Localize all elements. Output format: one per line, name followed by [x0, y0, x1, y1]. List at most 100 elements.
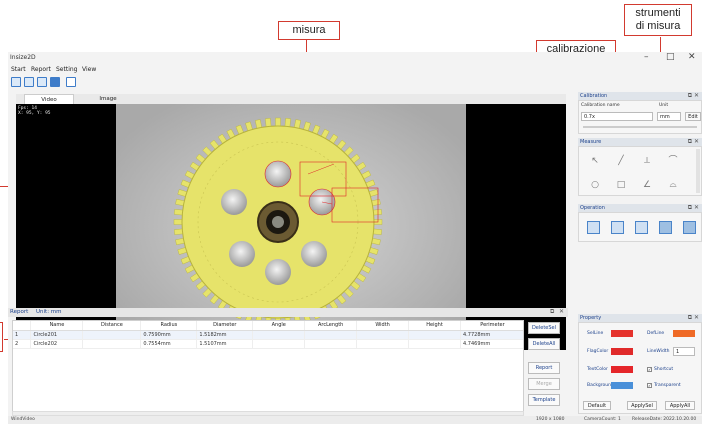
circle-icon[interactable]: ○: [589, 179, 601, 191]
property-header: Property ⧉ ✕: [578, 314, 702, 322]
report-dock-icon[interactable]: ⧉: [550, 308, 554, 316]
def-line-label: DefLine: [647, 331, 665, 336]
calibration-header: Calibration ⧉ ✕: [578, 92, 702, 100]
measure-scrollbar[interactable]: [696, 149, 700, 193]
arc-icon[interactable]: ⌒: [667, 155, 679, 167]
report-button[interactable]: Report: [528, 362, 560, 374]
sel-line-swatch[interactable]: [611, 330, 633, 337]
status-bar: WindVideo 1920 x 1080 CameraCount: 1 Rel…: [8, 416, 702, 424]
maximize-button[interactable]: □: [666, 52, 675, 62]
cell: 4.7728mm: [460, 330, 523, 340]
col-distance: Distance: [82, 321, 142, 331]
callout-tools-line2: di misura: [635, 20, 681, 32]
open-icon[interactable]: [24, 77, 34, 87]
cell: [408, 339, 461, 349]
perpendicular-icon[interactable]: ⟂: [641, 155, 653, 167]
menu-bar: Start Report Setting View: [8, 66, 702, 75]
measure-panel: ↖ ╱ ⟂ ⌒ ○ □ ∠ ⌓: [578, 146, 702, 196]
panel-controls-icon[interactable]: ⧉ ✕: [688, 314, 699, 322]
calibration-slider[interactable]: [583, 126, 697, 128]
flag-color-swatch[interactable]: [611, 348, 633, 355]
cell: Circle201: [30, 330, 84, 340]
cell: 4.7469mm: [460, 339, 523, 349]
panel-controls-icon[interactable]: ⧉ ✕: [688, 204, 699, 212]
table-row[interactable]: 1 Circle201 0.7590mm 1.5182mm 4.7728mm: [13, 330, 523, 340]
text-color-swatch[interactable]: [611, 366, 633, 373]
polyline-icon[interactable]: ⌓: [667, 179, 679, 191]
unit-select[interactable]: mm: [657, 112, 681, 121]
pointer-icon[interactable]: ↖: [589, 155, 601, 167]
measure-title: Measure: [580, 139, 602, 145]
background-swatch[interactable]: [611, 382, 633, 389]
cell: 1.5107mm: [196, 339, 254, 349]
merge-button[interactable]: Merge: [528, 378, 560, 390]
transparent-label: Transparent: [654, 383, 681, 388]
save-icon[interactable]: [611, 221, 624, 234]
fit-icon[interactable]: [635, 221, 648, 234]
menu-report[interactable]: Report: [31, 66, 51, 73]
menu-view[interactable]: View: [82, 66, 96, 73]
cell: 0.7554mm: [140, 339, 198, 349]
cell: Circle202: [30, 339, 84, 349]
report-title: Report: [10, 309, 29, 315]
cell: [356, 330, 410, 340]
calibration-select[interactable]: 0.7x: [581, 112, 653, 121]
menu-start[interactable]: Start: [11, 66, 26, 73]
status-resolution: 1920 x 1080: [536, 417, 565, 422]
transparent-checkbox[interactable]: ✓: [647, 383, 652, 388]
calibration-panel: Calibration name Unit 0.7x mm Edit: [578, 100, 702, 134]
property-panel: SelLine DefLine FlagColor LineWidth 1 Te…: [578, 322, 702, 414]
template-button[interactable]: Template: [528, 394, 560, 406]
col-arclength: ArcLength: [304, 321, 358, 331]
menu-setting[interactable]: Setting: [56, 66, 77, 73]
property-title: Property: [580, 315, 602, 321]
cell: 1.5182mm: [196, 330, 254, 340]
rect-icon[interactable]: □: [615, 179, 627, 191]
minimize-button[interactable]: –: [644, 52, 649, 62]
export-icon[interactable]: [683, 221, 696, 234]
panel-controls-icon[interactable]: ⧉ ✕: [688, 138, 699, 146]
capture-icon[interactable]: [50, 77, 60, 87]
cell: [304, 339, 358, 349]
edit-button[interactable]: Edit: [685, 112, 701, 121]
report-close-icon[interactable]: ✕: [559, 308, 564, 315]
col-width: Width: [356, 321, 410, 331]
callout-left-bracket: [0, 322, 3, 352]
line-icon[interactable]: ╱: [615, 155, 627, 167]
apply-sel-button[interactable]: ApplySel: [627, 401, 657, 410]
apply-all-button[interactable]: ApplyAll: [665, 401, 695, 410]
angle-icon[interactable]: ∠: [641, 179, 653, 191]
shortcut-checkbox[interactable]: ✓: [647, 367, 652, 372]
default-button[interactable]: Default: [583, 401, 611, 410]
status-date: ReleaseDate: 2022.10.20.00: [632, 417, 697, 422]
report-header: Report Unit: mm ⧉ ✕: [8, 308, 568, 317]
save-icon[interactable]: [37, 77, 47, 87]
close-button[interactable]: ✕: [688, 52, 696, 62]
line-width-stepper[interactable]: 1: [673, 347, 695, 356]
panel-controls-icon[interactable]: ⧉ ✕: [688, 92, 699, 100]
tab-video[interactable]: Video: [24, 94, 74, 104]
delete-all-button[interactable]: DeleteAll: [528, 338, 560, 350]
report-table: Name Distance Radius Diameter Angle ArcL…: [12, 320, 524, 412]
cell: [82, 330, 142, 340]
table-row[interactable]: 2 Circle202 0.7554mm 1.5107mm 4.7469mm: [13, 339, 523, 349]
print-icon[interactable]: [587, 221, 600, 234]
play-icon[interactable]: [66, 77, 76, 87]
report-unit: Unit: mm: [36, 309, 62, 315]
shortcut-label: Shortcut: [654, 367, 674, 372]
cell: [252, 330, 306, 340]
operation-header: Operation ⧉ ✕: [578, 204, 702, 212]
new-icon[interactable]: [11, 77, 21, 87]
snapshot-icon[interactable]: [659, 221, 672, 234]
def-line-swatch[interactable]: [673, 330, 695, 337]
tab-image[interactable]: Image: [88, 94, 128, 104]
cell: [252, 339, 306, 349]
coord-text: X: 95, Y: 95: [18, 111, 51, 116]
view-tabs: Video Image: [16, 94, 566, 104]
delete-sel-button[interactable]: DeleteSel: [528, 322, 560, 334]
fps-overlay: Fps: 14 X: 95, Y: 95: [18, 106, 51, 116]
col-angle: Angle: [252, 321, 306, 331]
col-perimeter: Perimeter: [460, 321, 523, 331]
toolbar: [8, 75, 702, 89]
calibration-title: Calibration: [580, 93, 608, 99]
